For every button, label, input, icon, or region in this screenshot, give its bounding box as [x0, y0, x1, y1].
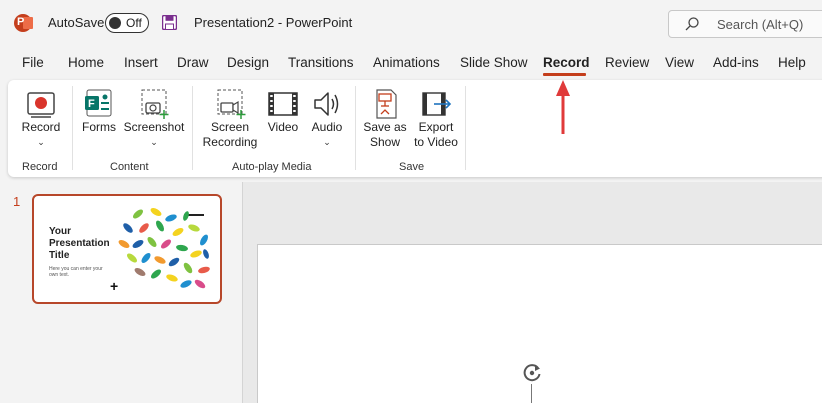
autosave-toggle[interactable]: Off	[105, 13, 149, 33]
rotate-handle-stem	[531, 384, 532, 403]
ribbon-panel: Record ⌄ Record F Forms Screenshot ⌄ Con…	[8, 80, 822, 177]
title-bar: P AutoSave Off Presentation2 - PowerPoin…	[0, 0, 822, 46]
save-as-show-button[interactable]: Save as Show	[362, 88, 408, 150]
speaker-icon	[314, 92, 339, 116]
forms-icon: F	[85, 89, 112, 117]
tab-view[interactable]: View	[665, 55, 694, 70]
tab-review[interactable]: Review	[605, 55, 649, 70]
tab-home[interactable]: Home	[68, 55, 104, 70]
tab-transitions[interactable]: Transitions	[288, 55, 354, 70]
search-box[interactable]: Search (Alt+Q)	[668, 10, 822, 38]
chevron-down-icon: ⌄	[323, 137, 331, 147]
export-video-label-2: to Video	[414, 135, 458, 149]
tab-record[interactable]: Record	[543, 55, 590, 70]
tab-draw[interactable]: Draw	[177, 55, 209, 70]
ribbon-tabs: File Home Insert Draw Design Transitions…	[0, 50, 822, 78]
powerpoint-logo-icon: P	[14, 14, 33, 32]
screen-recording-button[interactable]: Screen Recording	[201, 88, 259, 150]
toggle-knob	[109, 17, 121, 29]
tab-help[interactable]: Help	[778, 55, 806, 70]
screenshot-label: Screenshot	[123, 120, 185, 134]
rotate-handle-icon[interactable]	[521, 362, 543, 384]
export-to-video-button[interactable]: Export to Video	[410, 88, 462, 150]
group-label-autoplay-media: Auto-play Media	[232, 161, 312, 173]
tab-add-ins[interactable]: Add-ins	[713, 55, 759, 70]
active-tab-indicator	[543, 73, 586, 76]
autosave-state: Off	[126, 16, 142, 30]
group-divider	[72, 86, 73, 170]
audio-label: Audio	[311, 120, 343, 134]
tab-animations[interactable]: Animations	[373, 55, 440, 70]
group-label-content: Content	[110, 161, 149, 173]
tab-slide-show[interactable]: Slide Show	[460, 55, 528, 70]
video-button[interactable]: Video	[264, 88, 302, 135]
record-button[interactable]: Record ⌄	[18, 88, 64, 150]
record-icon	[27, 92, 55, 118]
tab-file[interactable]: File	[22, 55, 44, 70]
document-title: Presentation2 - PowerPoint	[194, 15, 353, 30]
search-icon	[685, 17, 699, 31]
screen-recording-label-1: Screen	[210, 120, 250, 134]
export-video-icon	[422, 92, 452, 116]
save-as-show-label-1: Save as	[363, 120, 407, 134]
screen-recording-icon	[217, 89, 246, 119]
slide-number: 1	[13, 194, 21, 209]
screenshot-icon	[141, 89, 169, 119]
audio-button[interactable]: Audio ⌄	[308, 88, 346, 150]
thumbnail-subtitle: Here you can enter your own text.	[49, 266, 103, 278]
thumbnail-leaf-pattern	[118, 208, 210, 289]
record-label: Record	[21, 120, 61, 134]
thumbnail-title: Your Presentation Title	[49, 226, 110, 261]
screenshot-button[interactable]: Screenshot ⌄	[123, 88, 185, 150]
group-divider	[465, 86, 466, 170]
save-as-show-label-2: Show	[369, 135, 401, 149]
group-label-record: Record	[22, 161, 58, 173]
autosave-label: AutoSave	[48, 15, 105, 30]
search-placeholder: Search (Alt+Q)	[717, 17, 804, 32]
video-icon	[268, 92, 298, 116]
export-video-label-1: Export	[418, 120, 454, 134]
group-label-save: Save	[399, 161, 425, 173]
save-as-show-icon	[376, 89, 397, 119]
group-divider	[355, 86, 356, 170]
slide-thumbnail[interactable]: Your Presentation Title Here you can ent…	[32, 194, 222, 304]
group-divider	[192, 86, 193, 170]
chevron-down-icon: ⌄	[37, 137, 45, 147]
tab-design[interactable]: Design	[227, 55, 269, 70]
screen-recording-label-2: Recording	[202, 135, 258, 149]
tab-insert[interactable]: Insert	[124, 55, 158, 70]
annotation-arrow-icon	[556, 80, 570, 134]
chevron-down-icon: ⌄	[150, 137, 158, 147]
save-icon[interactable]	[162, 15, 177, 30]
forms-button[interactable]: F Forms	[78, 88, 120, 135]
video-label: Video	[267, 120, 299, 134]
svg-text:F: F	[88, 98, 95, 110]
forms-label: Forms	[82, 120, 116, 134]
